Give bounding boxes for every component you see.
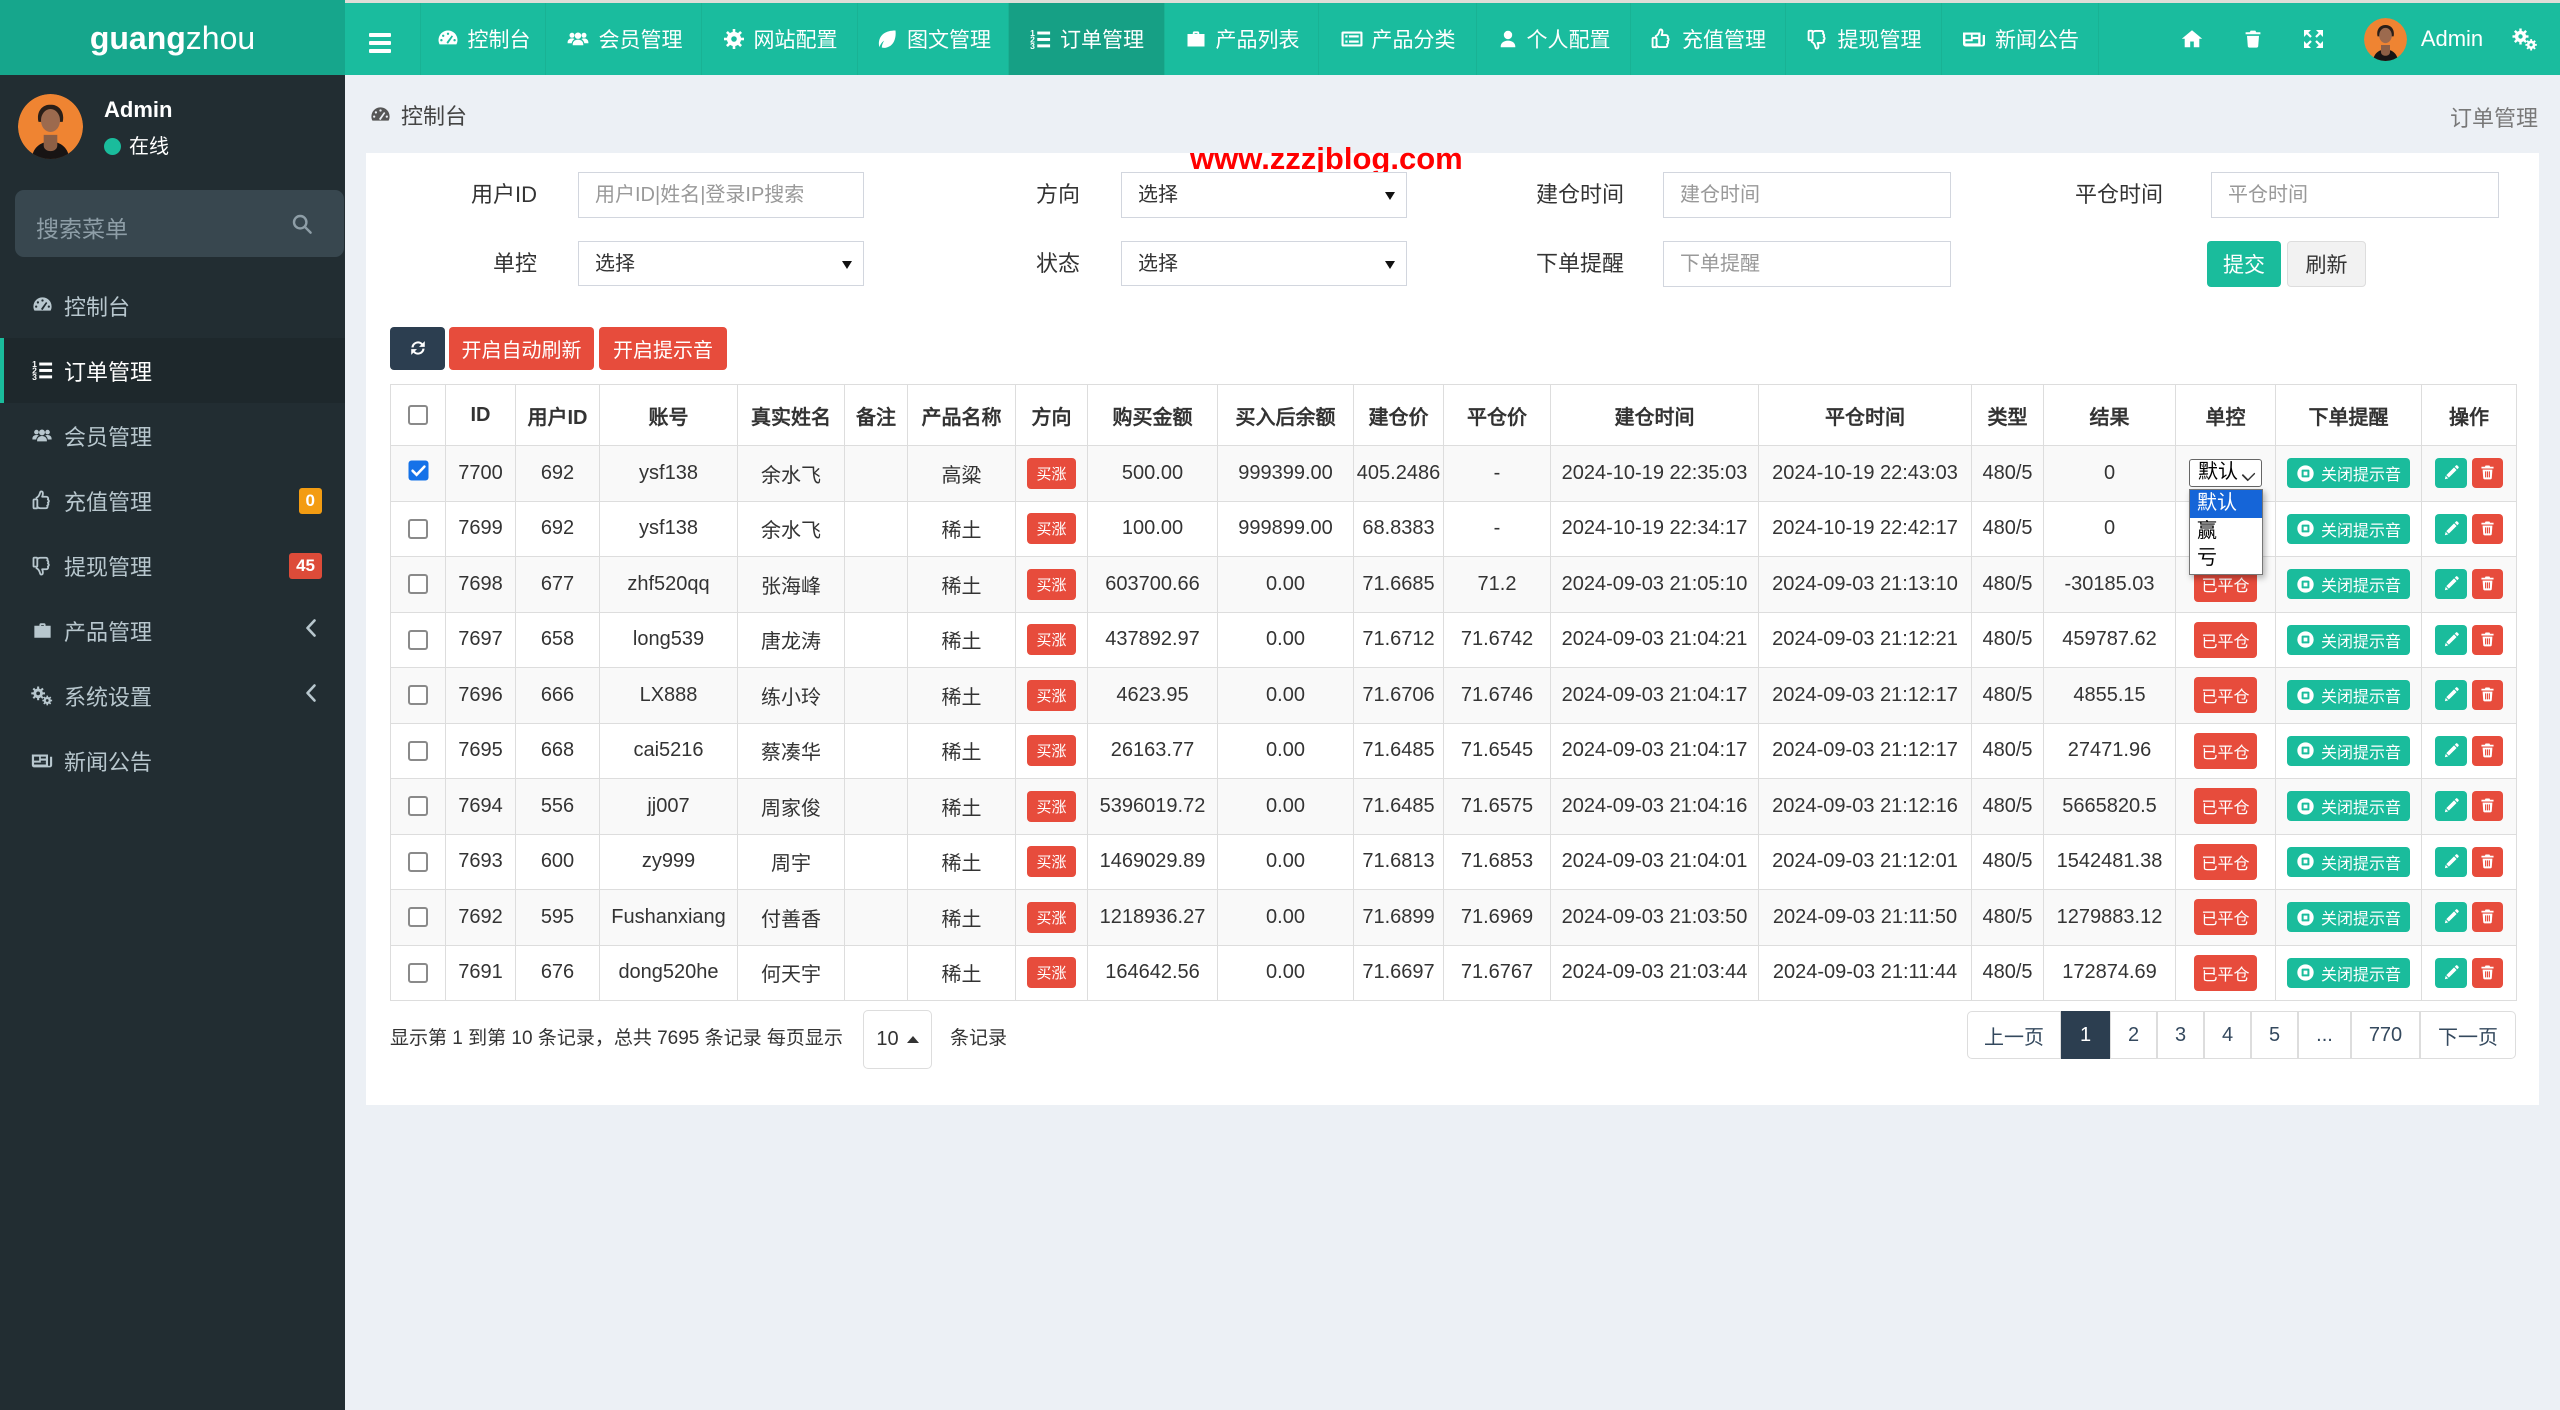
- svg-text:3: 3: [1030, 40, 1035, 50]
- svg-text:3: 3: [32, 372, 37, 382]
